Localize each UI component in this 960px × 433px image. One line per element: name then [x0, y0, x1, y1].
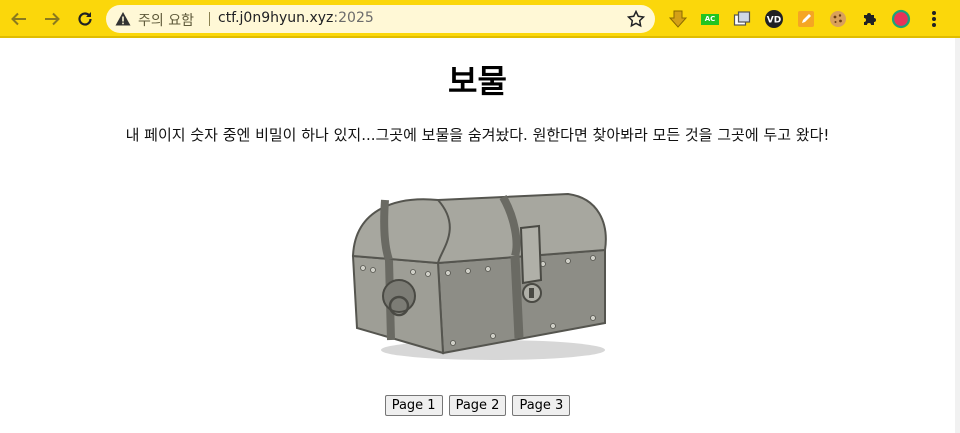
reload-icon	[78, 12, 92, 26]
windows-icon	[733, 11, 751, 26]
address-bar[interactable]: 주의 요함 ctf.j0n9hyun.xyz:2025	[106, 5, 655, 33]
page-title: 보물	[448, 62, 507, 100]
avatar-icon	[891, 9, 911, 29]
page-3-button[interactable]: Page 3	[512, 395, 571, 416]
page-description: 내 페이지 숫자 중엔 비밀이 하나 있지...그곳에 보물을 숨겨놨다. 원한…	[125, 126, 830, 144]
chip-separator	[209, 12, 210, 26]
vd-circle-icon: VD	[765, 10, 783, 28]
url-host: ctf.j0n9hyun.xyz	[218, 10, 334, 26]
ac-badge: AC	[701, 13, 719, 25]
scrollbar[interactable]	[955, 38, 960, 433]
toolbar-divider	[0, 36, 960, 38]
download-arrow-icon	[668, 10, 688, 28]
warning-icon[interactable]	[115, 11, 131, 27]
back-button[interactable]	[7, 7, 31, 31]
page-1-button[interactable]: Page 1	[384, 395, 443, 416]
edit-note-icon	[798, 11, 814, 27]
forward-button[interactable]	[40, 7, 64, 31]
extension-window-icon[interactable]	[732, 9, 752, 29]
reload-button[interactable]	[73, 7, 97, 31]
puzzle-icon	[864, 13, 876, 25]
extension-edit-icon[interactable]	[796, 9, 816, 29]
browser-menu-button[interactable]	[924, 9, 944, 29]
url-text[interactable]: ctf.j0n9hyun.xyz:2025	[218, 10, 374, 26]
url-port: :2025	[333, 10, 374, 26]
profile-avatar-button[interactable]	[891, 9, 911, 29]
extension-download-icon[interactable]	[668, 9, 688, 29]
extension-ac-icon[interactable]: AC	[700, 9, 720, 29]
pagination: Page 1 Page 2 Page 3	[0, 395, 955, 416]
extension-vd-icon[interactable]: VD	[764, 9, 784, 29]
star-icon[interactable]	[627, 10, 645, 28]
arrow-right-icon	[45, 12, 60, 26]
treasure-chest-icon	[351, 192, 607, 360]
cookie-icon	[830, 11, 846, 27]
arrow-left-icon	[11, 12, 26, 26]
page-2-button[interactable]: Page 2	[448, 395, 507, 416]
svg-text:VD: VD	[767, 16, 781, 26]
kebab-menu-icon	[932, 11, 936, 27]
security-chip-text[interactable]: 주의 요함	[138, 10, 194, 30]
extensions-puzzle-button[interactable]	[860, 9, 880, 29]
extension-cookie-icon[interactable]	[828, 9, 848, 29]
